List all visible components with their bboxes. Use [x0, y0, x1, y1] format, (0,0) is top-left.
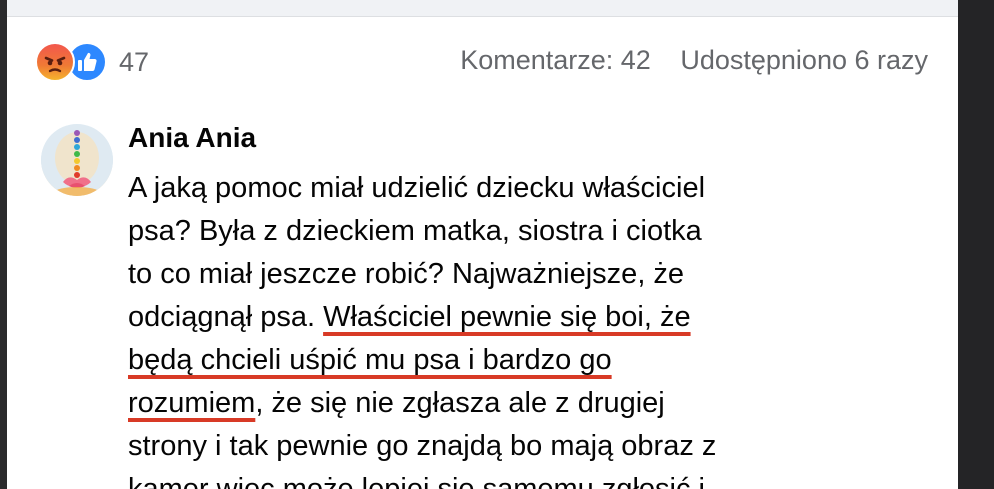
avatar[interactable] — [41, 124, 113, 196]
post-content: 47 Komentarze: 42 Udostępniono 6 razy An… — [7, 17, 958, 489]
avatar-image — [41, 124, 113, 196]
highlighted-text: rozumiem — [128, 387, 256, 419]
window-frame-left — [0, 0, 7, 489]
reaction-count: 47 — [119, 46, 150, 77]
comment-line: kamer więc może lepiej się samemu zgłosi… — [128, 473, 705, 489]
comment-line: odciągnął psa. Właściciel pewnie się boi… — [128, 301, 691, 333]
comment-author[interactable]: Ania Ania — [128, 122, 256, 154]
window-frame-right — [958, 0, 994, 489]
comment-line: A jaką pomoc miał udzielić dziecku właśc… — [128, 172, 706, 204]
comment-line: rozumiem, że się nie zgłasza ale z drugi… — [128, 387, 665, 419]
reactions-summary[interactable]: 47 — [35, 41, 149, 83]
comment-line: psa? Była z dzieckiem matka, siostra i c… — [128, 215, 702, 247]
post-divider-strip — [7, 0, 958, 17]
comment-line: to co miał jeszcze robić? Najważniejsze,… — [128, 258, 685, 290]
highlighted-text: będą chcieli uśpić mu psa i bardzo go — [128, 344, 612, 376]
shares-count-link[interactable]: Udostępniono 6 razy — [680, 45, 928, 75]
comment-line: będą chcieli uśpić mu psa i bardzo go — [128, 339, 848, 382]
comments-count-link[interactable]: Komentarze: 42 — [460, 45, 651, 75]
angry-icon — [35, 42, 75, 82]
highlighted-text: Właściciel pewnie się boi, że — [323, 301, 691, 333]
comment-line: strony i tak pewnie go znajdą bo mają ob… — [128, 430, 717, 462]
post-stats: Komentarze: 42 Udostępniono 6 razy — [460, 45, 928, 76]
comment-text: A jaką pomoc miał udzielić dziecku właśc… — [128, 167, 848, 489]
